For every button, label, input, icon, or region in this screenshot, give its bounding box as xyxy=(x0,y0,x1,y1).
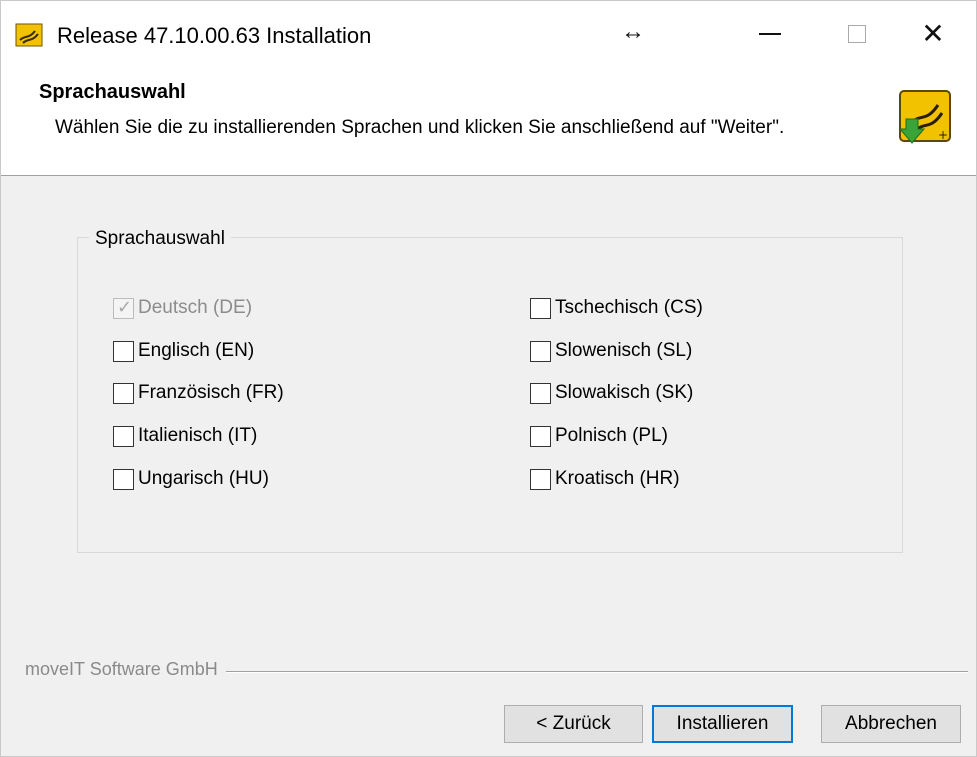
checkbox-box[interactable] xyxy=(113,468,134,490)
checkbox-label[interactable]: Französisch (FR) xyxy=(138,382,284,404)
checkbox-hu[interactable]: Ungarisch (HU) xyxy=(113,466,269,492)
minimize-icon xyxy=(759,33,781,35)
page-title: Sprachauswahl xyxy=(39,81,186,103)
checkbox-fr[interactable]: Französisch (FR) xyxy=(113,380,284,406)
checkbox-label[interactable]: Tschechisch (CS) xyxy=(555,297,703,319)
checkbox-it[interactable]: Italienisch (IT) xyxy=(113,423,257,449)
maximize-icon xyxy=(848,25,866,43)
installer-icon: + xyxy=(898,90,951,144)
checkbox-sk[interactable]: Slowakisch (SK) xyxy=(530,380,693,406)
checkbox-sl[interactable]: Slowenisch (SL) xyxy=(530,338,692,364)
checkbox-label[interactable]: Ungarisch (HU) xyxy=(138,468,269,490)
groupbox-label: Sprachauswahl xyxy=(89,228,231,250)
maximize-button[interactable] xyxy=(813,1,901,67)
checkbox-label[interactable]: Slowenisch (SL) xyxy=(555,340,692,362)
checkbox-box[interactable] xyxy=(530,340,551,362)
cancel-button[interactable]: Abbrechen xyxy=(821,705,961,743)
checkbox-cs[interactable]: Tschechisch (CS) xyxy=(530,295,703,321)
installer-window: Release 47.10.00.63 Installation ↔ ✕ Spr… xyxy=(0,0,977,757)
app-logo-icon xyxy=(15,23,43,47)
checkbox-box[interactable] xyxy=(113,425,134,447)
resize-icon: ↔ xyxy=(621,18,645,45)
checkbox-label[interactable]: Italienisch (IT) xyxy=(138,425,257,447)
checkbox-box[interactable] xyxy=(113,382,134,404)
svg-text:+: + xyxy=(938,128,948,142)
close-button[interactable]: ✕ xyxy=(889,1,977,67)
checkbox-box: ✓ xyxy=(113,296,134,319)
title-bar[interactable]: Release 47.10.00.63 Installation ↔ ✕ xyxy=(1,1,976,67)
checkbox-label[interactable]: Polnisch (PL) xyxy=(555,425,668,447)
back-button[interactable]: < Zurück xyxy=(504,705,643,743)
checkbox-box[interactable] xyxy=(530,297,551,319)
checkbox-pl[interactable]: Polnisch (PL) xyxy=(530,423,668,449)
close-icon: ✕ xyxy=(921,17,945,50)
checkbox-box[interactable] xyxy=(530,425,551,447)
checkbox-de: ✓ Deutsch (DE) xyxy=(113,295,252,321)
checkbox-en[interactable]: Englisch (EN) xyxy=(113,338,254,364)
checkbox-box[interactable] xyxy=(530,468,551,490)
check-icon: ✓ xyxy=(117,296,133,318)
page-subtitle: Wählen Sie die zu installierenden Sprach… xyxy=(55,117,785,138)
checkbox-label[interactable]: Kroatisch (HR) xyxy=(555,468,680,490)
install-button[interactable]: Installieren xyxy=(652,705,793,743)
minimize-button[interactable] xyxy=(726,1,814,67)
window-title: Release 47.10.00.63 Installation xyxy=(57,23,372,48)
checkbox-hr[interactable]: Kroatisch (HR) xyxy=(530,466,680,492)
checkbox-box[interactable] xyxy=(530,382,551,404)
brand-text: moveIT Software GmbH xyxy=(25,659,226,680)
checkbox-label[interactable]: Englisch (EN) xyxy=(138,340,254,362)
wizard-header: Sprachauswahl Wählen Sie die zu installi… xyxy=(1,67,976,176)
checkbox-label[interactable]: Slowakisch (SK) xyxy=(555,382,693,404)
checkbox-label: Deutsch (DE) xyxy=(138,297,253,318)
checkbox-box[interactable] xyxy=(113,340,134,362)
